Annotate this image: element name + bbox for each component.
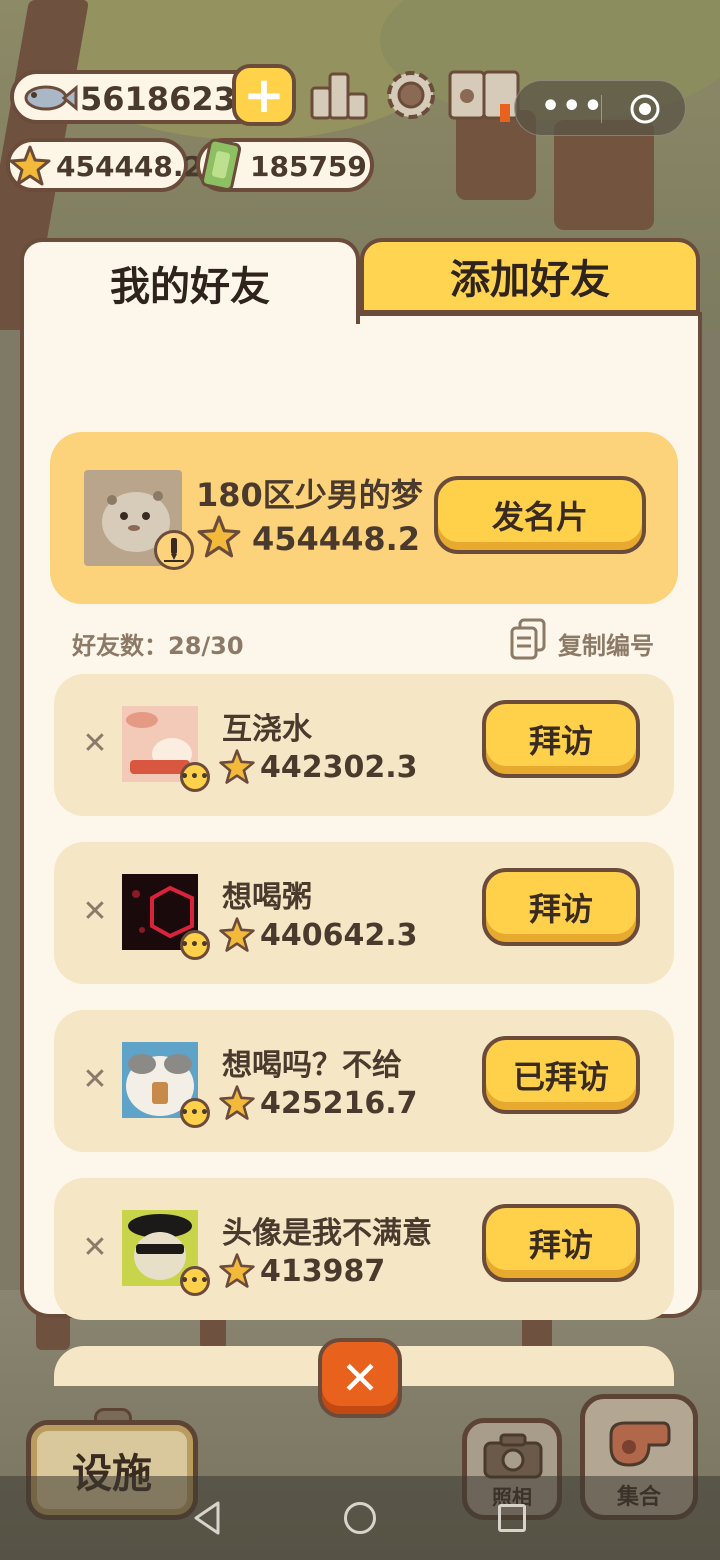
friend-name: 头像是我不满意	[222, 1216, 432, 1251]
remove-friend-icon[interactable]: ✕	[78, 1228, 112, 1268]
fish-icon	[24, 84, 78, 112]
send-card-button[interactable]: 发名片	[434, 476, 646, 554]
star-icon	[219, 749, 255, 784]
remove-friend-icon[interactable]: ✕	[78, 1060, 112, 1100]
my-profile-card: 180区少男的梦 454448.2 发名片	[50, 432, 678, 604]
cash-icon	[200, 138, 242, 191]
my-score: 454448.2	[252, 520, 421, 558]
friend-count: 好友数：28/30	[72, 632, 244, 660]
plus-icon: +	[243, 66, 285, 124]
friend-row: ✕ ••• 互浇水 442302.3 拜访	[54, 674, 674, 816]
friend-name: 想喝粥	[222, 880, 312, 915]
friend-score: 442302.3	[260, 750, 418, 785]
more-dots-icon[interactable]: •••	[180, 1098, 210, 1128]
paw-book-icon[interactable]	[446, 64, 524, 126]
more-dots-icon[interactable]: •••	[180, 1266, 210, 1296]
visit-button[interactable]: 拜访	[482, 1204, 640, 1282]
whistle-icon	[609, 1421, 671, 1467]
add-fish-button[interactable]: +	[232, 64, 296, 126]
star-icon	[197, 515, 241, 558]
tab-add-friends[interactable]: 添加好友	[360, 238, 700, 314]
close-icon: ✕	[340, 1351, 380, 1405]
back-icon[interactable]	[192, 1500, 222, 1536]
friend-score: 413987	[260, 1254, 386, 1289]
visit-button[interactable]: 拜访	[482, 868, 640, 946]
friend-row: ✕ ••• 想喝粥 440642.3 拜访	[54, 842, 674, 984]
tree-stump	[554, 120, 654, 230]
friend-name: 想喝吗？不给	[222, 1048, 402, 1083]
friend-score: 425216.7	[260, 1086, 418, 1121]
friend-name: 互浇水	[222, 712, 312, 747]
cash-currency-display: 185759	[196, 138, 374, 192]
friend-row: ✕ ••• 头像是我不满意 413987 拜访	[54, 1178, 674, 1320]
tab-my-friends[interactable]: 我的好友	[20, 238, 360, 324]
more-dots-icon[interactable]: •••	[541, 89, 605, 124]
star-icon	[219, 1085, 255, 1120]
camera-icon	[483, 1433, 543, 1479]
friend-row: ✕ ••• 想喝吗？不给 425216.7 已拜访	[54, 1010, 674, 1152]
friend-score: 440642.3	[260, 918, 418, 953]
tab-add-friends-label: 添加好友	[450, 257, 610, 303]
close-panel-button[interactable]: ✕	[318, 1338, 402, 1418]
pencil-icon	[164, 538, 184, 562]
star-icon	[9, 145, 51, 186]
cash-count: 185759	[250, 150, 367, 183]
home-icon[interactable]	[344, 1502, 376, 1534]
visit-button[interactable]: 拜访	[482, 700, 640, 778]
mini-program-capsule: •••	[514, 80, 686, 136]
more-dots-icon[interactable]: •••	[180, 930, 210, 960]
remove-friend-icon[interactable]: ✕	[78, 892, 112, 932]
tab-my-friends-label: 我的好友	[110, 264, 270, 310]
edit-profile-icon[interactable]	[154, 530, 194, 570]
friends-panel: 添加好友 180区少男的梦 454448.2 发名片 好友数：28/30 复制编…	[18, 236, 702, 1386]
ranking-icon[interactable]	[308, 64, 370, 126]
capsule-divider	[601, 95, 602, 123]
target-icon[interactable]	[629, 93, 661, 125]
star-count: 454448.2	[56, 150, 204, 183]
copy-icon[interactable]	[510, 618, 546, 660]
visited-button[interactable]: 已拜访	[482, 1036, 640, 1114]
star-icon	[219, 917, 255, 952]
copy-id-button[interactable]: 复制编号	[558, 626, 654, 661]
recent-apps-icon[interactable]	[498, 1504, 526, 1532]
panel-body: 180区少男的梦 454448.2 发名片 好友数：28/30 复制编号 ✕ •…	[20, 312, 702, 1386]
star-currency-display: 454448.2	[6, 138, 203, 192]
star-icon	[219, 1253, 255, 1288]
more-dots-icon[interactable]: •••	[180, 762, 210, 792]
system-navigation-bar	[0, 1476, 720, 1560]
my-name: 180区少男的梦	[196, 476, 423, 514]
remove-friend-icon[interactable]: ✕	[78, 724, 112, 764]
gear-icon[interactable]	[380, 64, 442, 126]
